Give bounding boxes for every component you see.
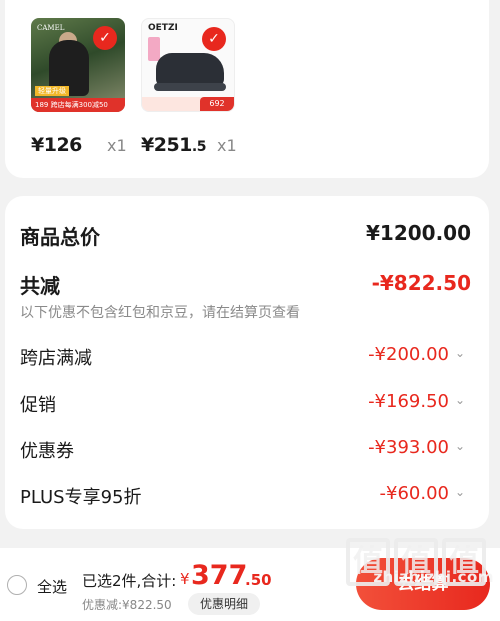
discount-label: 促销: [20, 395, 56, 416]
total-amount-dec: .50: [245, 571, 272, 589]
currency-symbol: ¥: [180, 570, 190, 588]
product-price-2: ¥251.5: [141, 134, 206, 156]
promo-strip-2: [142, 97, 202, 111]
discount-value: -¥169.50: [368, 391, 449, 412]
badge-price-2: 692: [200, 97, 234, 111]
total-value: ¥1200.00: [365, 221, 471, 245]
brand-label-1: CAMEL: [37, 24, 65, 32]
total-amount-int: 377: [191, 560, 248, 591]
discount-value: -¥200.00: [368, 344, 449, 365]
products-card: CAMEL 轻量升级 189 跨店每满300减50 ✓ OETZI 692 ✓ …: [5, 0, 489, 178]
discount-label: 优惠券: [20, 441, 74, 462]
reduce-label: 共减: [20, 274, 60, 298]
checkmark-icon[interactable]: ✓: [93, 26, 117, 50]
badge-tag: 轻量升级: [35, 86, 69, 96]
brand-label-2: OETZI: [148, 23, 178, 33]
price-dec-2: .5: [191, 139, 207, 155]
discount-value: -¥60.00: [379, 483, 449, 504]
radio-unchecked-icon[interactable]: [7, 575, 27, 595]
saved-amount: 优惠减:¥822.50: [82, 598, 172, 612]
discount-row[interactable]: PLUS专享95折 -¥60.00 ⌄: [5, 479, 489, 511]
chevron-down-icon[interactable]: ⌄: [455, 393, 465, 407]
sneaker-sole: [154, 83, 226, 91]
price-int-1: ¥126: [31, 134, 82, 156]
price-int-2: ¥251: [141, 134, 192, 156]
discount-row[interactable]: 促销 -¥169.50 ⌄: [5, 387, 489, 419]
discount-value: -¥393.00: [368, 437, 449, 458]
promo-strip-1: 189 跨店每满300减50: [31, 98, 125, 112]
badge-line-1: 跨店每满300减50: [50, 101, 108, 109]
shoebox-icon: [148, 37, 160, 61]
selected-count-text: 已选2件,合计:: [82, 572, 177, 590]
reduce-value: -¥822.50: [371, 271, 471, 295]
product-qty-1: x1: [107, 136, 127, 155]
watermark-logo: 值 值 值: [346, 538, 488, 596]
product-thumbnail-1[interactable]: CAMEL 轻量升级 189 跨店每满300减50 ✓: [31, 18, 125, 112]
product-price-1: ¥126: [31, 134, 82, 156]
watermark-url: zhizhizhi.com: [373, 568, 494, 586]
discount-row[interactable]: 跨店满减 -¥200.00 ⌄: [5, 340, 489, 372]
checkmark-icon[interactable]: ✓: [202, 27, 226, 51]
product-thumbnail-2[interactable]: OETZI 692 ✓: [141, 18, 235, 112]
select-all-label[interactable]: 全选: [37, 576, 67, 597]
product-qty-2: x1: [217, 136, 237, 155]
badge-price-1: 189: [35, 101, 49, 109]
discount-label: PLUS专享95折: [20, 487, 142, 508]
discount-note: 以下优惠不包含红包和京豆，请在结算页查看: [20, 305, 300, 321]
chevron-down-icon[interactable]: ⌄: [455, 346, 465, 360]
chevron-down-icon[interactable]: ⌄: [455, 485, 465, 499]
discount-detail-button[interactable]: 优惠明细: [188, 593, 260, 615]
discount-row[interactable]: 优惠券 -¥393.00 ⌄: [5, 433, 489, 465]
discount-label: 跨店满减: [20, 348, 92, 369]
price-summary-card: 商品总价 ¥1200.00 共减 -¥822.50 以下优惠不包含红包和京豆，请…: [5, 196, 489, 529]
chevron-down-icon[interactable]: ⌄: [455, 439, 465, 453]
sneaker-image: [156, 53, 224, 87]
total-label: 商品总价: [20, 225, 100, 249]
